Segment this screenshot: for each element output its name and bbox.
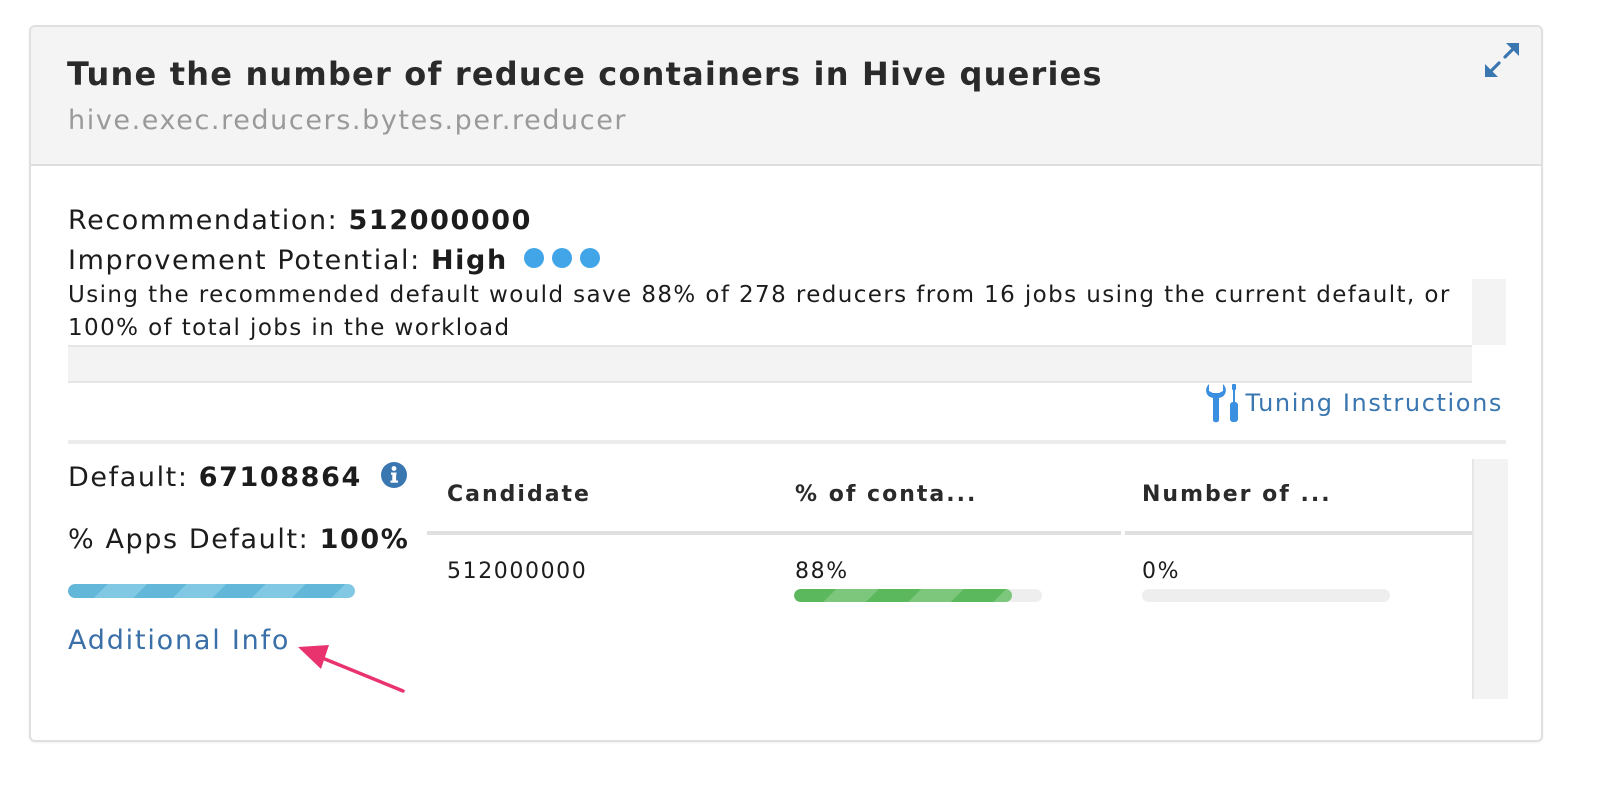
table-vertical-scrollbar[interactable]: [1472, 459, 1508, 699]
cell-candidate: 512000000: [447, 559, 588, 584]
pct-containers-progress-fill: [794, 589, 1013, 602]
card-subtitle: hive.exec.reducers.bytes.per.reducer: [68, 105, 628, 136]
tuning-instructions-label: Tuning Instructions: [1245, 389, 1503, 417]
default-label: Default:: [68, 462, 189, 493]
improvement-dot: [523, 248, 544, 268]
tools-icon: [1206, 384, 1239, 423]
cell-pct-containers: 88%: [795, 559, 849, 584]
improvement-dot: [579, 248, 600, 268]
recommendation-description: Using the recommended default would save…: [68, 282, 1451, 341]
apps-default-label: % Apps Default:: [68, 524, 310, 555]
recommendation-line: Recommendation: 512000000: [68, 205, 532, 236]
info-icon[interactable]: [380, 461, 408, 489]
default-line: Default: 67108864: [68, 461, 408, 493]
recommendation-value: 512000000: [348, 205, 533, 236]
card-title: Tune the number of reduce containers in …: [67, 55, 1103, 93]
column-header-pct-containers[interactable]: % of conta...: [795, 482, 977, 507]
apps-default-progress-fill: [68, 584, 355, 598]
improvement-dot: [551, 248, 572, 268]
expand-icon[interactable]: [1483, 41, 1521, 79]
cell-number-of: 0%: [1142, 559, 1181, 584]
column-header-candidate[interactable]: Candidate: [447, 482, 591, 507]
card-header: Tune the number of reduce containers in …: [31, 27, 1541, 166]
recommendation-card: Tune the number of reduce containers in …: [29, 25, 1543, 742]
column-header-number-of[interactable]: Number of ...: [1142, 482, 1332, 507]
annotation-arrow-icon: [298, 645, 405, 693]
improvement-line: Improvement Potential: High: [68, 244, 608, 276]
default-value: 67108864: [198, 462, 362, 493]
description-horizontal-scrollbar[interactable]: [68, 345, 1472, 383]
apps-default-line: % Apps Default: 100%: [68, 524, 409, 555]
header-divider: [427, 531, 1121, 535]
number-of-progress-bar: [1142, 589, 1390, 602]
tuning-instructions-link[interactable]: Tuning Instructions: [1205, 382, 1503, 424]
improvement-value: High: [430, 245, 508, 276]
improvement-label: Improvement Potential:: [68, 245, 421, 276]
additional-info-link[interactable]: Additional Info: [68, 625, 290, 656]
description-vertical-scrollbar[interactable]: [1472, 279, 1506, 345]
section-divider: [68, 440, 1506, 444]
apps-default-progress-bar: [68, 584, 355, 598]
apps-default-value: 100%: [319, 524, 410, 555]
pct-containers-progress-bar: [794, 589, 1042, 602]
header-divider: [1125, 531, 1472, 535]
improvement-dots: [523, 244, 608, 275]
recommendation-label: Recommendation:: [68, 205, 339, 236]
